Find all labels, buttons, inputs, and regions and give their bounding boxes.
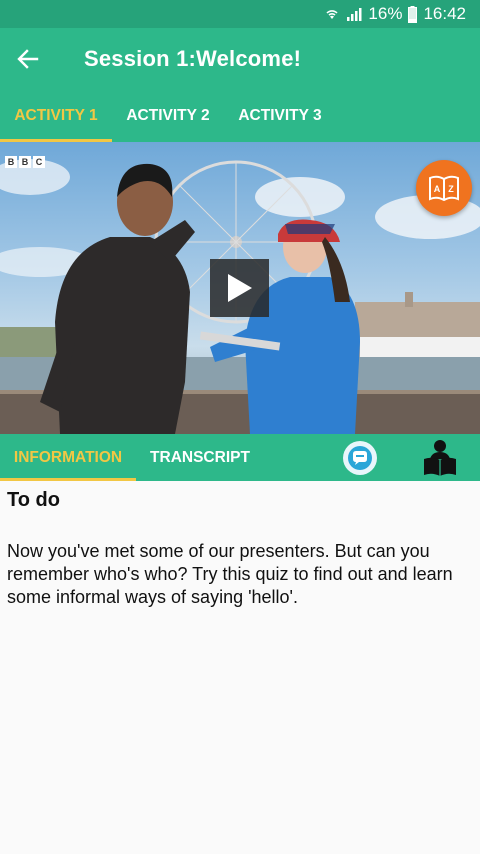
arrow-left-icon xyxy=(17,49,39,69)
signal-icon xyxy=(346,6,362,22)
activity-tabs: ACTIVITY 1 ACTIVITY 2 ACTIVITY 3 xyxy=(0,90,480,142)
back-button[interactable] xyxy=(0,31,56,87)
tab-information[interactable]: INFORMATION xyxy=(0,434,136,481)
page-title: Session 1:Welcome! xyxy=(84,46,302,71)
svg-text:A: A xyxy=(434,184,441,194)
tab-activity-3[interactable]: ACTIVITY 3 xyxy=(224,90,336,142)
video-player[interactable]: B B C xyxy=(0,142,480,434)
app-bar: Session 1:Welcome! xyxy=(0,28,480,90)
info-tabs: INFORMATION TRANSCRIPT xyxy=(0,434,480,481)
section-heading: To do xyxy=(7,489,60,511)
wifi-icon xyxy=(324,6,340,22)
information-panel: To do Now you've met some of our present… xyxy=(0,481,480,854)
status-bar: 16% 16:42 xyxy=(0,0,480,28)
reader-button[interactable] xyxy=(422,438,458,478)
quiz-button[interactable] xyxy=(343,441,377,475)
glossary-button[interactable]: A Z xyxy=(416,160,472,216)
section-body: Now you've met some of our presenters. B… xyxy=(7,541,453,607)
play-icon xyxy=(227,274,252,302)
clock: 16:42 xyxy=(423,4,466,23)
bbc-logo: B B C xyxy=(5,156,45,168)
battery-icon xyxy=(408,5,418,23)
tab-activity-2[interactable]: ACTIVITY 2 xyxy=(112,90,224,142)
quiz-icon xyxy=(348,446,372,470)
tab-activity-1[interactable]: ACTIVITY 1 xyxy=(0,90,112,142)
play-button[interactable] xyxy=(210,259,269,317)
svg-text:Z: Z xyxy=(448,184,454,194)
a-z-book-icon: A Z xyxy=(429,175,459,201)
battery-percent: 16% xyxy=(368,4,403,23)
tab-transcript[interactable]: TRANSCRIPT xyxy=(136,434,264,481)
reader-icon xyxy=(424,440,456,476)
